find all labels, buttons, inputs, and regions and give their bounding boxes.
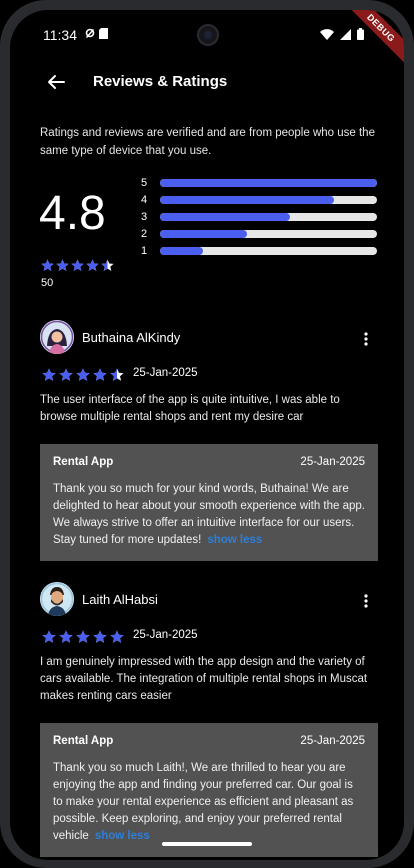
review-text: The user interface of the app is quite i… [40,394,340,423]
reply-text-block: Thank you so much Laith!, We are thrille… [53,760,365,845]
rating-bar-row: 1 [141,242,377,259]
male-avatar-icon [40,582,74,616]
bar-label: 4 [141,193,148,206]
star-icon [76,630,90,643]
show-less-link[interactable]: show less [95,830,150,842]
review-date: 25-Jan-2025 [133,629,198,641]
review-date: 25-Jan-2025 [133,367,198,379]
review-stars [42,630,124,644]
reviewer-name: Buthaina AlKindy [82,330,181,345]
bar-track [160,246,377,255]
star-icon [110,630,124,643]
average-rating: 4.8 [39,187,106,240]
female-avatar-icon [40,320,74,354]
reply-date: 25-Jan-2025 [300,735,365,747]
front-camera [197,24,219,46]
bar-label: 5 [141,176,148,189]
bar-track [160,178,377,187]
bar-label: 3 [141,210,148,223]
status-time: 11:34 [43,27,77,43]
rating-bar-row: 2 [141,225,377,242]
home-indicator[interactable] [162,842,252,846]
rating-bar-row: 5 [141,174,377,191]
rating-distribution: 5 4 3 2 1 [141,174,377,259]
star-icon [93,630,107,643]
reply-box: Rental App 25-Jan-2025 Thank you so much… [40,444,378,561]
star-icon [42,368,56,381]
rating-count: 50 [41,277,54,289]
star-icon [93,368,107,381]
show-less-link[interactable]: show less [207,534,262,546]
review-stars [42,368,124,382]
device-frame: 11:34 DEBUG Reviews & Ratings Ratings an… [0,0,414,868]
avatar[interactable] [40,582,74,616]
star-icon [86,259,99,271]
reply-author: Rental App [53,735,114,747]
intro-text: Ratings and reviews are verified and are… [40,127,375,157]
average-stars [41,259,114,272]
location-icon [85,28,95,38]
reply-author: Rental App [53,456,114,468]
star-icon [110,368,124,381]
bar-track [160,229,377,238]
reply-text-block: Thank you so much for your kind words, B… [53,481,365,549]
reply-header: Rental App 25-Jan-2025 [53,735,365,747]
bar-fill [160,178,377,187]
rating-bar-row: 3 [141,208,377,225]
screen: 11:34 DEBUG Reviews & Ratings Ratings an… [10,10,404,860]
reply-date: 25-Jan-2025 [300,456,365,468]
bar-track [160,195,377,204]
battery-icon [357,28,364,40]
signal-icon [340,28,351,40]
bar-fill [160,246,204,255]
review-text: I am genuinely impressed with the app de… [40,656,368,702]
app-bar: Reviews & Ratings [10,68,404,98]
avatar[interactable] [40,320,74,354]
more-vert-icon[interactable] [364,332,368,346]
star-icon [59,368,73,381]
star-icon [41,259,54,271]
status-bar: 11:34 DEBUG [10,10,404,66]
reply-header: Rental App 25-Jan-2025 [53,456,365,468]
bar-label: 2 [141,227,148,240]
star-icon [42,630,56,643]
star-icon [56,259,69,271]
bar-label: 1 [141,244,148,257]
sd-card-icon [99,28,108,39]
arrow-left-icon[interactable] [44,70,68,94]
wifi-icon [320,28,334,40]
star-icon [59,630,73,643]
star-icon [101,259,114,271]
bar-track [160,212,377,221]
star-icon [71,259,84,271]
status-icons-right [320,28,364,40]
more-vert-icon[interactable] [364,594,368,608]
reviewer-name: Laith AlHabsi [82,592,158,607]
status-icons-left [85,28,108,39]
reply-box: Rental App 25-Jan-2025 Thank you so much… [40,723,378,857]
bar-fill [160,195,334,204]
page-title: Reviews & Ratings [93,73,228,90]
bar-fill [160,212,291,221]
bar-fill [160,229,247,238]
star-icon [76,368,90,381]
rating-bar-row: 4 [141,191,377,208]
